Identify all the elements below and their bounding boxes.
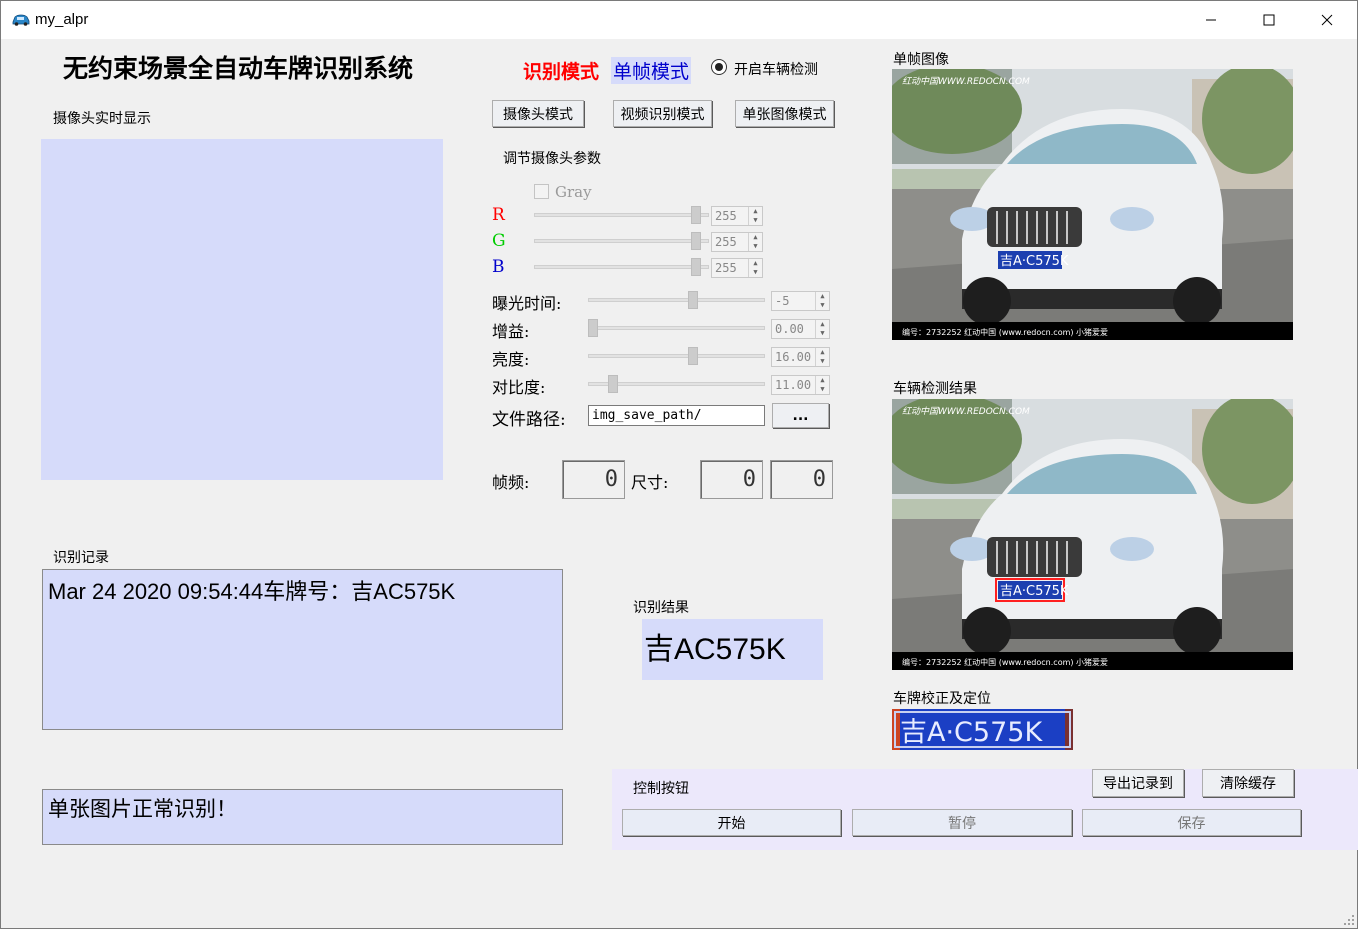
vehicle-detect-radio[interactable] bbox=[711, 59, 727, 75]
plate-image-label: 车牌校正及定位 bbox=[893, 691, 991, 707]
frame-plate-text: 吉A·C575K bbox=[1000, 254, 1069, 269]
exposure-slider-handle[interactable] bbox=[688, 291, 699, 309]
status-message: 单张图片正常识别！ bbox=[42, 789, 563, 845]
records-list[interactable]: Mar 24 2020 09:54:44车牌号：吉AC575K bbox=[42, 569, 563, 730]
r-slider-handle[interactable] bbox=[690, 206, 701, 224]
minimize-icon bbox=[1206, 19, 1216, 21]
plate-crop-text: 吉A·C575K bbox=[900, 717, 1043, 748]
fps-label: 帧频: bbox=[492, 473, 530, 492]
detect-watermark-top: 红动中国WWW.REDOCN.COM bbox=[902, 406, 1030, 417]
gain-slider-handle[interactable] bbox=[588, 319, 598, 337]
plate-result: 吉AC575K bbox=[642, 619, 823, 680]
title-bar: my_alpr bbox=[1, 1, 1357, 39]
exposure-value: -5 bbox=[775, 294, 790, 308]
g-slider[interactable] bbox=[534, 239, 709, 243]
record-entry: Mar 24 2020 09:54:44车牌号：吉AC575K bbox=[48, 579, 456, 604]
detect-plate-text: 吉A·C575K bbox=[1000, 584, 1069, 599]
camera-display bbox=[41, 139, 443, 480]
main-window: my_alpr 无约束场景全自动车牌识别系统 识别模式 单帧模式 开启车辆检测 … bbox=[0, 0, 1358, 929]
car-photo-frame: 吉A·C575K 编号：2732252 红动中国 (www.redocn.com… bbox=[892, 69, 1293, 340]
g-label: G bbox=[492, 231, 506, 251]
browse-button[interactable]: ... bbox=[772, 403, 829, 428]
minimize-button[interactable] bbox=[1182, 1, 1240, 39]
gain-spinbox[interactable]: 0.00 ▲ ▼ bbox=[771, 319, 830, 339]
plate-image: 吉A·C575K bbox=[892, 709, 1073, 750]
brightness-value: 16.00 bbox=[775, 350, 812, 364]
brightness-spinbox[interactable]: 16.00 ▲ ▼ bbox=[771, 347, 830, 367]
brightness-slider-handle[interactable] bbox=[688, 347, 699, 365]
contrast-label: 对比度: bbox=[492, 378, 546, 397]
mode-label: 识别模式 bbox=[523, 61, 600, 83]
gain-label: 增益: bbox=[492, 322, 530, 341]
g-value: 255 bbox=[715, 235, 737, 249]
control-section-label: 控制按钮 bbox=[633, 781, 689, 797]
resize-grip-icon[interactable] bbox=[1343, 914, 1355, 926]
r-value: 255 bbox=[715, 209, 737, 223]
save-button[interactable]: 保存 bbox=[1082, 809, 1301, 836]
close-button[interactable] bbox=[1298, 1, 1356, 39]
frame-image: 吉A·C575K 编号：2732252 红动中国 (www.redocn.com… bbox=[892, 69, 1293, 340]
clear-cache-button[interactable]: 清除缓存 bbox=[1202, 769, 1294, 797]
image-mode-button[interactable]: 单张图像模式 bbox=[735, 100, 834, 127]
frame-watermark-bottom: 编号：2732252 红动中国 (www.redocn.com) 小猪爱爱 bbox=[902, 327, 1108, 337]
r-slider[interactable] bbox=[534, 213, 709, 217]
brightness-slider[interactable] bbox=[588, 354, 765, 358]
contrast-spinbox[interactable]: 11.00 ▲ ▼ bbox=[771, 375, 830, 395]
gain-value: 0.00 bbox=[775, 322, 804, 336]
exposure-slider[interactable] bbox=[588, 298, 765, 302]
height-display: 0 bbox=[770, 460, 833, 499]
b-slider-handle[interactable] bbox=[690, 258, 701, 276]
path-input[interactable]: img_save_path/ bbox=[588, 405, 765, 426]
path-label: 文件路径: bbox=[492, 410, 566, 430]
mode-value: 单帧模式 bbox=[611, 57, 692, 84]
vehicle-detect-label: 开启车辆检测 bbox=[734, 62, 818, 78]
brightness-label: 亮度: bbox=[492, 350, 530, 369]
plate-crop: 吉A·C575K bbox=[892, 709, 1073, 750]
exposure-spinbox[interactable]: -5 ▲ ▼ bbox=[771, 291, 830, 311]
frame-image-label: 单帧图像 bbox=[893, 52, 949, 68]
camera-mode-button[interactable]: 摄像头模式 bbox=[492, 100, 584, 127]
size-label: 尺寸: bbox=[631, 473, 669, 492]
video-mode-button[interactable]: 视频识别模式 bbox=[613, 100, 712, 127]
maximize-icon bbox=[1263, 14, 1275, 26]
detect-image-label: 车辆检测结果 bbox=[893, 381, 977, 397]
gain-slider[interactable] bbox=[588, 326, 765, 330]
r-spinbox[interactable]: 255 ▲ ▼ bbox=[711, 206, 763, 226]
r-label: R bbox=[492, 205, 505, 225]
contrast-value: 11.00 bbox=[775, 378, 812, 392]
records-section-label: 识别记录 bbox=[53, 550, 109, 566]
car-photo-detect: 吉A·C575K 编号：2732252 红动中国 (www.redocn.com… bbox=[892, 399, 1293, 670]
start-button[interactable]: 开始 bbox=[622, 809, 841, 836]
g-slider-handle[interactable] bbox=[690, 232, 701, 250]
maximize-button[interactable] bbox=[1240, 1, 1298, 39]
detect-watermark-bottom: 编号：2732252 红动中国 (www.redocn.com) 小猪爱爱 bbox=[902, 657, 1108, 667]
app-title: 无约束场景全自动车牌识别系统 bbox=[63, 54, 414, 83]
result-section-label: 识别结果 bbox=[633, 600, 689, 616]
exposure-label: 曝光时间: bbox=[492, 294, 562, 313]
window-title: my_alpr bbox=[35, 11, 89, 28]
b-spinbox[interactable]: 255 ▲ ▼ bbox=[711, 258, 763, 278]
frame-watermark-top: 红动中国WWW.REDOCN.COM bbox=[902, 76, 1030, 87]
fps-display: 0 bbox=[562, 460, 625, 499]
pause-button[interactable]: 暂停 bbox=[852, 809, 1072, 836]
g-spinbox[interactable]: 255 ▲ ▼ bbox=[711, 232, 763, 252]
gray-label: Gray bbox=[555, 183, 592, 201]
params-section-label: 调节摄像头参数 bbox=[503, 151, 601, 167]
car-app-icon bbox=[12, 14, 30, 26]
camera-section-label: 摄像头实时显示 bbox=[53, 111, 151, 127]
b-label: B bbox=[492, 257, 505, 277]
detect-image: 吉A·C575K 编号：2732252 红动中国 (www.redocn.com… bbox=[892, 399, 1293, 670]
contrast-slider-handle[interactable] bbox=[608, 375, 619, 393]
export-records-button[interactable]: 导出记录到 bbox=[1092, 769, 1184, 797]
b-slider[interactable] bbox=[534, 265, 709, 269]
width-display: 0 bbox=[700, 460, 763, 499]
b-value: 255 bbox=[715, 261, 737, 275]
gray-checkbox[interactable] bbox=[534, 184, 549, 199]
close-icon bbox=[1321, 14, 1333, 26]
